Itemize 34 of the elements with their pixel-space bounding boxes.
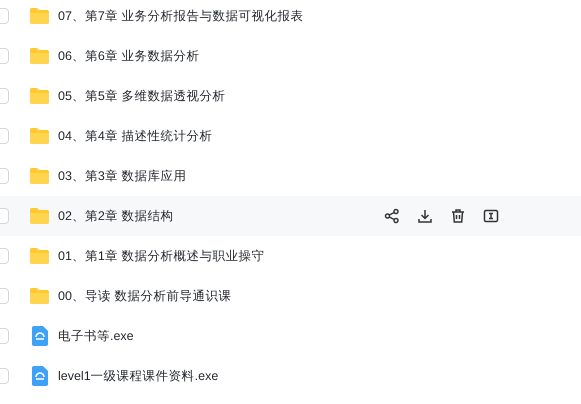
file-row[interactable]: 05、第5章 多维数据透视分析 bbox=[0, 76, 581, 116]
folder-icon bbox=[29, 47, 50, 65]
folder-icon bbox=[29, 127, 50, 145]
file-row[interactable]: level1一级课程课件资料.exe bbox=[0, 356, 581, 396]
file-name: 05、第5章 多维数据透视分析 bbox=[58, 88, 226, 104]
file-row[interactable]: 07、第7章 业务分析报告与数据可视化报表 bbox=[0, 0, 581, 36]
trash-icon[interactable] bbox=[450, 208, 466, 224]
folder-icon bbox=[29, 207, 50, 225]
folder-icon bbox=[29, 87, 50, 105]
file-row[interactable]: 00、导读 数据分析前导通识课 bbox=[0, 276, 581, 316]
file-name: 04、第4章 描述性统计分析 bbox=[58, 128, 212, 144]
folder-icon bbox=[29, 287, 50, 305]
file-name: 01、第1章 数据分析概述与职业操守 bbox=[58, 248, 264, 264]
file-icon bbox=[32, 326, 48, 346]
folder-icon bbox=[29, 247, 50, 265]
file-row[interactable]: 01、第1章 数据分析概述与职业操守 bbox=[0, 236, 581, 276]
file-row[interactable]: 02、第2章 数据结构 bbox=[0, 196, 581, 236]
folder-icon bbox=[29, 167, 50, 185]
share-icon[interactable] bbox=[384, 208, 400, 224]
file-row[interactable]: 04、第4章 描述性统计分析 bbox=[0, 116, 581, 156]
file-name: 电子书等.exe bbox=[58, 328, 134, 344]
download-icon[interactable] bbox=[417, 208, 433, 224]
file-icon bbox=[32, 366, 48, 386]
file-name: 06、第6章 业务数据分析 bbox=[58, 48, 200, 64]
file-row[interactable]: 电子书等.exe bbox=[0, 316, 581, 356]
file-name: 03、第3章 数据库应用 bbox=[58, 168, 186, 184]
file-name: 00、导读 数据分析前导通识课 bbox=[58, 288, 232, 304]
file-name: 02、第2章 数据结构 bbox=[58, 208, 174, 224]
file-row[interactable]: 03、第3章 数据库应用 bbox=[0, 156, 581, 196]
file-row[interactable]: 06、第6章 业务数据分析 bbox=[0, 36, 581, 76]
folder-icon bbox=[29, 7, 50, 25]
rename-icon[interactable] bbox=[483, 208, 499, 224]
file-name: level1一级课程课件资料.exe bbox=[58, 368, 218, 384]
file-name: 07、第7章 业务分析报告与数据可视化报表 bbox=[58, 8, 304, 24]
